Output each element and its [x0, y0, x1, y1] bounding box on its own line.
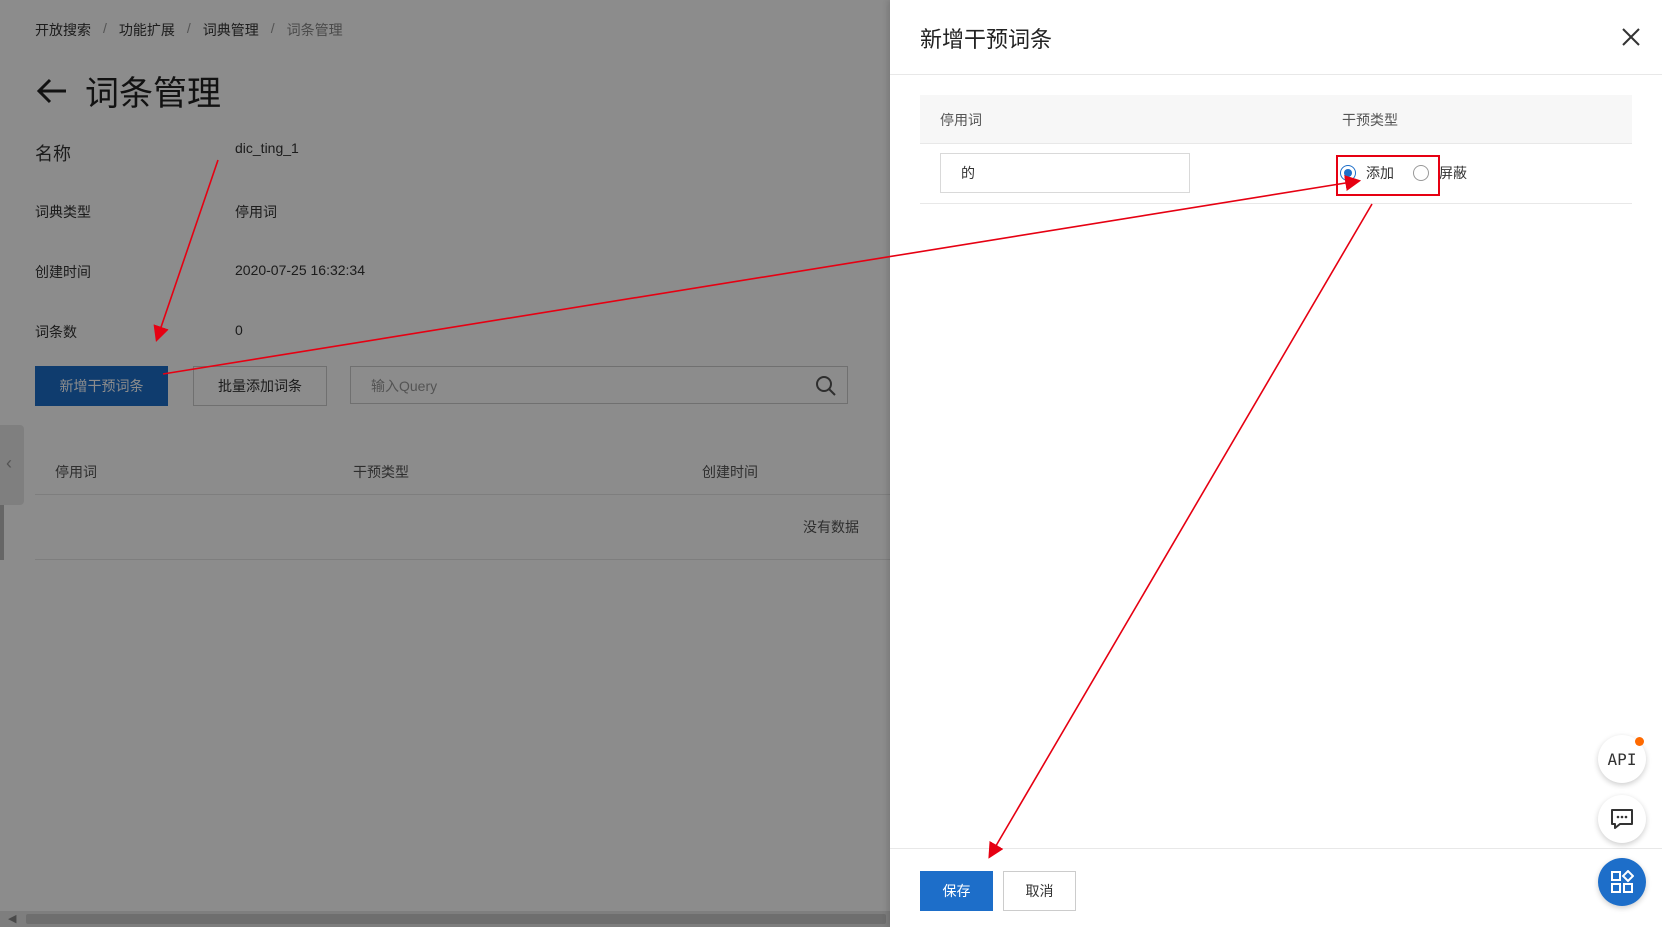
modal-overlay[interactable] [0, 0, 890, 927]
stopword-input[interactable] [940, 153, 1190, 193]
drawer-table-row: 添加 屏蔽 [920, 143, 1632, 204]
radio-block-label: 屏蔽 [1439, 165, 1467, 181]
chat-button[interactable] [1598, 795, 1646, 843]
add-entry-drawer: 新增干预词条 停用词 干预类型 添加 屏蔽 保存 取消 [890, 0, 1662, 927]
drawer-footer: 保存 取消 [890, 848, 1662, 927]
apps-grid-icon [1611, 870, 1634, 893]
apps-button[interactable] [1598, 858, 1646, 906]
main-page: 开放搜索 / 功能扩展 / 词典管理 / 词条管理 词条管理 名称 dic_ti… [0, 0, 890, 927]
close-icon[interactable] [1620, 26, 1642, 48]
chat-icon [1611, 809, 1633, 829]
cancel-button[interactable]: 取消 [1003, 871, 1076, 911]
notification-dot [1635, 737, 1644, 746]
drawer-table-header: 停用词 干预类型 [920, 95, 1632, 144]
drawer-title: 新增干预词条 [920, 27, 1053, 52]
api-label: API [1607, 749, 1637, 769]
save-button[interactable]: 保存 [920, 871, 993, 911]
api-button[interactable]: API [1598, 735, 1646, 783]
drawer-header: 新增干预词条 [890, 0, 1662, 75]
drawer-column-type: 干预类型 [1342, 112, 1398, 128]
annotation-highlight-box [1336, 155, 1440, 196]
drawer-column-stopword: 停用词 [940, 112, 982, 128]
